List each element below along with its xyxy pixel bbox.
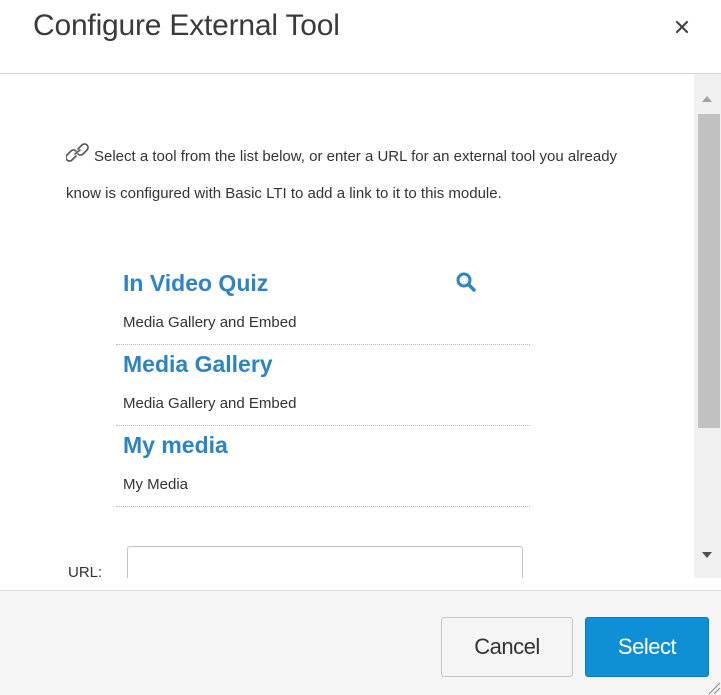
scrollbar[interactable] (694, 74, 721, 578)
scrollbar-thumb[interactable] (698, 114, 720, 428)
dialog-title: Configure External Tool (33, 9, 340, 42)
tool-link[interactable]: My media (123, 432, 228, 459)
dialog-footer: Cancel Select (0, 590, 721, 695)
url-label: URL: (68, 564, 103, 578)
dialog-header: Configure External Tool (0, 0, 721, 74)
url-input[interactable] (127, 546, 523, 578)
scroll-up-arrow-icon[interactable] (702, 96, 712, 102)
search-icon[interactable] (455, 271, 477, 293)
link-icon (65, 142, 90, 177)
intro-text: Select a tool from the list below, or en… (65, 140, 626, 211)
scroll-down-arrow-icon[interactable] (702, 552, 712, 558)
tool-description: Media Gallery and Embed (123, 395, 297, 412)
list-item: My media My Media (116, 426, 530, 507)
select-button[interactable]: Select (585, 617, 709, 677)
cancel-button[interactable]: Cancel (441, 617, 573, 677)
tool-list: In Video Quiz Media Gallery and Embed Me… (116, 264, 530, 507)
tool-description: Media Gallery and Embed (123, 314, 297, 331)
tool-link[interactable]: In Video Quiz (123, 270, 268, 297)
list-item: In Video Quiz Media Gallery and Embed (116, 264, 530, 345)
intro-text-content: Select a tool from the list below, or en… (66, 148, 618, 202)
tool-description: My Media (123, 476, 189, 493)
resize-handle-icon[interactable] (703, 677, 721, 695)
list-item: Media Gallery Media Gallery and Embed (116, 345, 530, 426)
close-icon[interactable] (671, 16, 693, 38)
dialog-body: Select a tool from the list below, or en… (0, 74, 721, 578)
tool-link[interactable]: Media Gallery (123, 351, 273, 378)
configure-external-tool-dialog: Configure External Tool Select a tool fr… (0, 0, 721, 695)
